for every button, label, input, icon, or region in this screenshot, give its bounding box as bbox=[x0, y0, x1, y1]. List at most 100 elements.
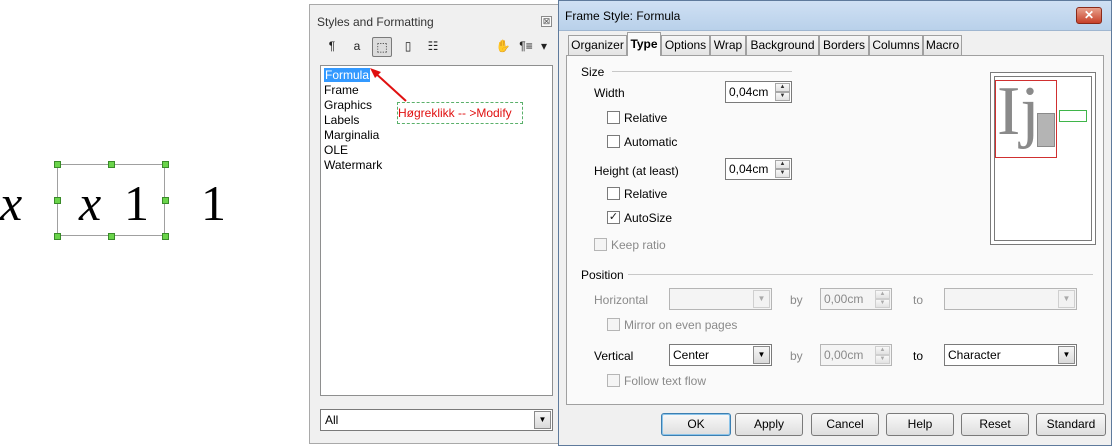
formula-digit-one-outer: 1 bbox=[201, 175, 226, 231]
tab-background[interactable]: Background bbox=[746, 35, 819, 55]
annotation-callout: Høgreklikk -- >Modify bbox=[397, 102, 523, 124]
tab-macro[interactable]: Macro bbox=[923, 35, 962, 55]
preview-anchor-block bbox=[1037, 113, 1055, 147]
tab-wrap[interactable]: Wrap bbox=[710, 35, 746, 55]
panel-close-icon[interactable]: ⊠ bbox=[541, 16, 552, 27]
resize-handle-top[interactable] bbox=[108, 161, 115, 168]
width-value: 0,04cm bbox=[729, 85, 769, 99]
chevron-down-icon[interactable]: ▼ bbox=[1058, 290, 1075, 308]
mirror-even-pages-checkbox[interactable] bbox=[607, 318, 620, 331]
style-item-frame[interactable]: Frame bbox=[324, 83, 359, 97]
automatic-checkbox[interactable] bbox=[607, 135, 620, 148]
width-label: Width bbox=[594, 86, 625, 100]
type-tab-panel: Size Width 0,04cm ▲ ▼ Relative Automatic… bbox=[566, 55, 1104, 405]
spin-up-icon[interactable]: ▲ bbox=[775, 160, 790, 169]
spin-down-icon[interactable]: ▼ bbox=[875, 355, 890, 364]
ok-button[interactable]: OK bbox=[661, 413, 731, 436]
keep-ratio-label: Keep ratio bbox=[611, 238, 666, 252]
close-icon[interactable]: ✕ bbox=[1076, 7, 1102, 24]
resize-handle-right[interactable] bbox=[162, 197, 169, 204]
horizontal-by-value: 0,00cm bbox=[824, 292, 864, 306]
frame-styles-icon[interactable]: ⬚ bbox=[372, 37, 392, 57]
vertical-value: Center bbox=[673, 348, 710, 362]
character-styles-icon[interactable]: a bbox=[347, 37, 367, 57]
style-item-watermark[interactable]: Watermark bbox=[324, 158, 382, 172]
apply-button[interactable]: Apply bbox=[735, 413, 803, 436]
chevron-down-icon[interactable]: ▼ bbox=[753, 290, 770, 308]
autosize-label: AutoSize bbox=[624, 211, 673, 225]
size-section-divider bbox=[612, 71, 792, 72]
follow-text-flow-checkbox[interactable] bbox=[607, 374, 620, 387]
formula-variable-x: x bbox=[79, 175, 102, 231]
spin-down-icon[interactable]: ▼ bbox=[775, 92, 790, 101]
horizontal-label: Horizontal bbox=[594, 293, 649, 307]
style-item-graphics[interactable]: Graphics bbox=[324, 98, 372, 112]
chevron-down-icon[interactable]: ▼ bbox=[534, 411, 551, 429]
position-section-divider bbox=[627, 274, 1093, 275]
vertical-by-label: by bbox=[790, 349, 803, 363]
spin-up-icon[interactable]: ▲ bbox=[875, 290, 890, 299]
resize-handle-bottom[interactable] bbox=[108, 233, 115, 240]
dialog-titlebar[interactable]: Frame Style: Formula ✕ bbox=[559, 1, 1111, 31]
horizontal-select[interactable]: ▼ bbox=[669, 288, 772, 310]
vertical-select[interactable]: Center ▼ bbox=[669, 344, 772, 366]
resize-handle-left[interactable] bbox=[54, 197, 61, 204]
width-spin-buttons: ▲ ▼ bbox=[775, 83, 790, 101]
relative-width-checkbox[interactable] bbox=[607, 111, 620, 124]
tab-columns[interactable]: Columns bbox=[869, 35, 923, 55]
height-spin-buttons: ▲ ▼ bbox=[775, 160, 790, 178]
tab-type[interactable]: Type bbox=[627, 32, 661, 56]
tab-options[interactable]: Options bbox=[661, 35, 710, 55]
vertical-label: Vertical bbox=[594, 349, 634, 363]
page-styles-icon[interactable]: ▯ bbox=[398, 37, 418, 57]
vertical-to-select[interactable]: Character ▼ bbox=[944, 344, 1077, 366]
vertical-to-label: to bbox=[913, 349, 924, 363]
paragraph-styles-icon[interactable]: ¶ bbox=[322, 37, 342, 57]
spin-down-icon[interactable]: ▼ bbox=[875, 299, 890, 308]
style-item-labels[interactable]: Labels bbox=[324, 113, 359, 127]
formula-canvas[interactable]: x x 1 1 bbox=[0, 0, 300, 446]
style-item-marginalia[interactable]: Marginalia bbox=[324, 128, 379, 142]
style-list[interactable]: Formula Frame Graphics Labels Marginalia… bbox=[320, 65, 553, 396]
tab-borders[interactable]: Borders bbox=[819, 35, 869, 55]
chevron-down-icon[interactable]: ▾ bbox=[538, 37, 550, 57]
autosize-checkbox[interactable]: ✓ bbox=[607, 211, 620, 224]
style-filter-value: All bbox=[325, 413, 339, 427]
preview-page: Ij bbox=[994, 76, 1092, 241]
cancel-button[interactable]: Cancel bbox=[811, 413, 879, 436]
style-item-formula[interactable]: Formula bbox=[324, 68, 371, 82]
spin-up-icon[interactable]: ▲ bbox=[875, 346, 890, 355]
resize-handle-top-right[interactable] bbox=[162, 161, 169, 168]
new-style-from-selection-icon[interactable]: ¶≡ bbox=[516, 37, 536, 57]
size-section-label: Size bbox=[581, 65, 609, 79]
reset-button[interactable]: Reset bbox=[961, 413, 1029, 436]
mirror-even-pages-label: Mirror on even pages bbox=[624, 318, 738, 332]
spin-down-icon[interactable]: ▼ bbox=[775, 169, 790, 178]
frame-style-dialog: Frame Style: Formula ✕ Organizer Type Op… bbox=[558, 0, 1112, 446]
preview-position-marker bbox=[1059, 110, 1087, 122]
chevron-down-icon[interactable]: ▼ bbox=[1058, 346, 1075, 364]
resize-handle-top-left[interactable] bbox=[54, 161, 61, 168]
fill-format-mode-icon[interactable]: ✋ bbox=[493, 37, 513, 57]
relative-height-checkbox[interactable] bbox=[607, 187, 620, 200]
list-styles-icon[interactable]: ☷ bbox=[423, 37, 443, 57]
vertical-to-value: Character bbox=[948, 348, 1001, 362]
horizontal-by-label: by bbox=[790, 293, 803, 307]
vertical-by-spinbox[interactable]: 0,00cm ▲ ▼ bbox=[820, 344, 892, 366]
standard-button[interactable]: Standard bbox=[1036, 413, 1106, 436]
chevron-down-icon[interactable]: ▼ bbox=[753, 346, 770, 364]
horizontal-to-select[interactable]: ▼ bbox=[944, 288, 1077, 310]
horizontal-by-spinbox[interactable]: 0,00cm ▲ ▼ bbox=[820, 288, 892, 310]
height-spinbox[interactable]: 0,04cm ▲ ▼ bbox=[725, 158, 792, 180]
resize-handle-bottom-right[interactable] bbox=[162, 233, 169, 240]
help-button[interactable]: Help bbox=[886, 413, 954, 436]
resize-handle-bottom-left[interactable] bbox=[54, 233, 61, 240]
width-spinbox[interactable]: 0,04cm ▲ ▼ bbox=[725, 81, 792, 103]
tab-organizer[interactable]: Organizer bbox=[568, 35, 627, 55]
style-filter-select[interactable]: All ▼ bbox=[320, 409, 553, 431]
relative-width-label: Relative bbox=[624, 111, 668, 125]
spin-up-icon[interactable]: ▲ bbox=[775, 83, 790, 92]
style-item-ole[interactable]: OLE bbox=[324, 143, 348, 157]
height-value: 0,04cm bbox=[729, 162, 769, 176]
keep-ratio-checkbox[interactable] bbox=[594, 238, 607, 251]
